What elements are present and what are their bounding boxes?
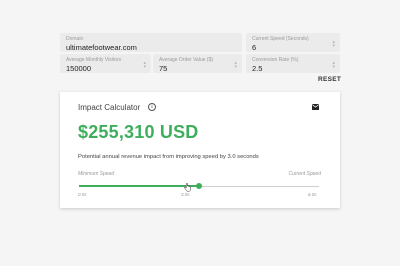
spinner-icon[interactable]: ▴ ▾: [143, 61, 146, 70]
impact-calculator-card: Impact Calculator i $255,310 USD Potenti…: [60, 92, 340, 208]
spinner-icon[interactable]: ▴ ▾: [332, 40, 335, 49]
slider-tick-mid: 3.0s: [181, 192, 190, 197]
monthly-visitors-field[interactable]: Average Monthly Visitors 150000 ▴ ▾: [60, 54, 151, 73]
slider-fill: [79, 185, 199, 187]
monthly-visitors-value[interactable]: 150000: [66, 64, 145, 74]
spinner-icon[interactable]: ▴ ▾: [234, 61, 237, 70]
current-speed-field[interactable]: Current Speed (Seconds) 6 ▴ ▾: [246, 33, 340, 52]
domain-label: Domain: [66, 36, 84, 42]
current-speed-label: Current Speed (Seconds): [252, 36, 309, 42]
info-icon[interactable]: i: [148, 103, 156, 111]
conversion-rate-value[interactable]: 2.5: [252, 64, 334, 74]
slider-tick-max: 6.0s: [308, 192, 317, 197]
domain-value[interactable]: ultimatefootwear.com: [66, 43, 236, 53]
impact-value: $255,310 USD: [78, 122, 199, 142]
slider-current-label: Current Speed: [288, 171, 321, 177]
speed-slider[interactable]: [79, 183, 319, 189]
current-speed-value[interactable]: 6: [252, 43, 334, 53]
impact-description: Potential annual revenue impact from imp…: [78, 154, 259, 160]
reset-button[interactable]: RESET: [318, 76, 341, 83]
monthly-visitors-label: Average Monthly Visitors: [66, 57, 122, 63]
slider-tick-min: 0.0s: [78, 192, 87, 197]
spinner-icon[interactable]: ▴ ▾: [332, 61, 335, 70]
conversion-rate-label: Conversion Rate (%): [252, 57, 299, 63]
card-title: Impact Calculator: [78, 103, 141, 112]
slider-min-label: Minimum Speed: [78, 171, 115, 177]
domain-field[interactable]: Domain ultimatefootwear.com: [60, 33, 242, 52]
email-icon[interactable]: [312, 104, 319, 110]
slider-thumb[interactable]: [196, 183, 202, 189]
hand-cursor-icon: [184, 183, 191, 192]
order-value-label: Average Order Value ($): [159, 57, 214, 63]
order-value-field[interactable]: Average Order Value ($) 75 ▴ ▾: [153, 54, 242, 73]
order-value-value[interactable]: 75: [159, 64, 236, 74]
conversion-rate-field[interactable]: Conversion Rate (%) 2.5 ▴ ▾: [246, 54, 340, 73]
